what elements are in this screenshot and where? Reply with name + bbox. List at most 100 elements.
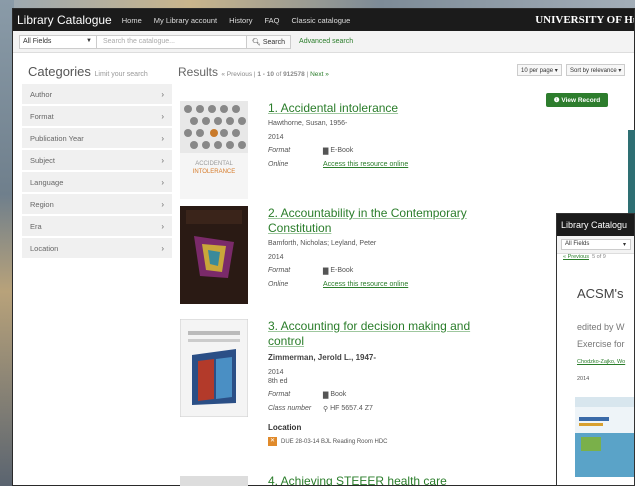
record-cover-image[interactable] [575,397,635,477]
record-authors-link[interactable]: Chodzko-Zajko, Wo [577,359,625,365]
format-value: Book [330,391,347,398]
per-page-select[interactable]: 10 per page ▾ [517,64,562,76]
result-info: 1. Accidental intolerance Hawthorne, Sus… [268,101,498,168]
location-heading: Location [268,423,302,432]
view-record-button[interactable]: ❶ View Record [546,93,608,107]
result-title[interactable]: 3. Accounting for decision making and co… [268,319,498,349]
previous-link[interactable]: « Previous [221,71,252,78]
result-year: 2014 [268,369,284,376]
book-cover-image[interactable]: ACCIDENTAL INTOLERANCE [180,101,248,199]
nav-my-account[interactable]: My Library account [154,16,217,25]
nav-home[interactable]: Home [122,16,142,25]
chevron-right-icon: › [161,155,164,165]
results-of: of [275,71,282,78]
categories-title: Categories [28,64,91,79]
per-page-value: 10 per page [521,68,554,74]
result-author: Hawthorne, Susan, 1956- [268,120,348,127]
category-label: Era [30,221,42,231]
chevron-down-icon: ▼ [86,37,92,44]
chevron-right-icon: › [161,199,164,209]
chevron-right-icon: › [161,243,164,253]
book-cover-image[interactable] [180,476,248,486]
record-search-bar: All Fields ▾ [557,236,634,254]
record-window-brand[interactable]: Library Catalogu [557,214,634,236]
location-row: ✕ DUE 28-03-14 BJL Reading Room HDC [268,437,498,446]
record-editor: edited by W [577,322,625,332]
category-format[interactable]: Format › [22,106,172,128]
category-label: Location [30,243,59,253]
category-publication-year[interactable]: Publication Year › [22,128,172,150]
class-number: HF 5657.4 Z7 [330,405,373,412]
category-label: Author [30,89,53,99]
category-region[interactable]: Region › [22,194,172,216]
result-info: 3. Accounting for decision making and co… [268,319,498,446]
search-field-value: All Fields [23,37,52,45]
search-input[interactable]: Search the catalogue... [97,34,247,49]
book-cover-image[interactable] [180,319,248,417]
class-row: Class number ⚲ HF 5657.4 Z7 [268,405,498,413]
online-label: Online [268,161,289,168]
format-row: Format ▇ E-Book [268,267,498,275]
category-subject[interactable]: Subject › [22,150,172,172]
format-row: Format ▇ Book [268,391,498,399]
access-online-link[interactable]: Access this resource online [323,281,408,288]
cover-title-line-2: INTOLERANCE [193,169,236,175]
record-field-select[interactable]: All Fields ▾ [561,239,631,250]
result-title[interactable]: 1. Accidental intolerance [268,101,498,116]
online-row: Online Access this resource online [268,281,498,288]
next-link[interactable]: Next » [310,71,329,78]
result-title[interactable]: 4. Achieving STEEER health care [268,474,498,486]
sort-select[interactable]: Sort by relevance ▾ [566,64,626,76]
result-year: 2014 [268,254,284,261]
record-subtitle: Exercise for [577,339,625,349]
chevron-right-icon: › [161,221,164,231]
online-label: Online [268,281,289,288]
category-language[interactable]: Language › [22,172,172,194]
categories-heading: Categories Limit your search [28,64,148,79]
category-author[interactable]: Author › [22,84,172,106]
format-value: E-Book [330,147,354,154]
nav-faq[interactable]: FAQ [264,16,279,25]
chevron-right-icon: › [161,177,164,187]
record-previous-link[interactable]: « Previous [563,254,589,260]
results-range: 1 - 10 [257,71,275,78]
search-button-label: Search [262,38,286,46]
format-label: Format [268,391,291,398]
nav-classic-catalogue[interactable]: Classic catalogue [291,16,350,25]
category-label: Language [30,177,64,187]
format-value: E-Book [330,267,354,274]
book-cover-image[interactable] [180,206,248,304]
results-title: Results [178,65,219,79]
location-value: DUE 28-03-14 BJL Reading Room HDC [281,438,388,445]
record-field-value: All Fields [565,241,590,247]
category-location[interactable]: Location › [22,238,172,260]
results-header: Results « Previous | 1 - 10 of 912578 | … [178,65,329,79]
category-era[interactable]: Era › [22,216,172,238]
result-title[interactable]: 2. Accountability in the Contemporary Co… [268,206,498,236]
chevron-right-icon: › [161,133,164,143]
record-title: ACSM's [577,286,624,301]
record-year: 2014 [577,376,590,382]
category-label: Publication Year [30,133,84,143]
results-total: 912578 [283,71,305,78]
access-online-link[interactable]: Access this resource online [323,161,408,168]
result-author: Bamforth, Nicholas; Leyland, Peter [268,240,377,247]
search-field-select[interactable]: All Fields ▼ [19,34,97,49]
result-year: 2014 [268,134,284,141]
search-icon: 🔍︎ [252,38,261,46]
advanced-search-link[interactable]: Advanced search [299,38,353,45]
search-bar: All Fields ▼ Search the catalogue... 🔍︎ … [13,31,634,53]
chevron-right-icon: › [161,111,164,121]
view-record-label: View Record [561,96,601,104]
category-list: Author › Format › Publication Year › Subjec… [22,84,172,260]
format-label: Format [268,267,291,274]
nav-history[interactable]: History [229,16,252,25]
chevron-down-icon: ▾ [622,242,626,248]
search-button[interactable]: 🔍︎ Search [247,34,292,49]
format-row: Format ▇ E-Book [268,147,498,155]
brand-title[interactable]: Library Catalogue [17,13,112,27]
format-label: Format [268,147,291,154]
category-label: Subject [30,155,56,165]
online-row: Online Access this resource online [268,161,498,168]
category-label: Format [30,111,54,121]
